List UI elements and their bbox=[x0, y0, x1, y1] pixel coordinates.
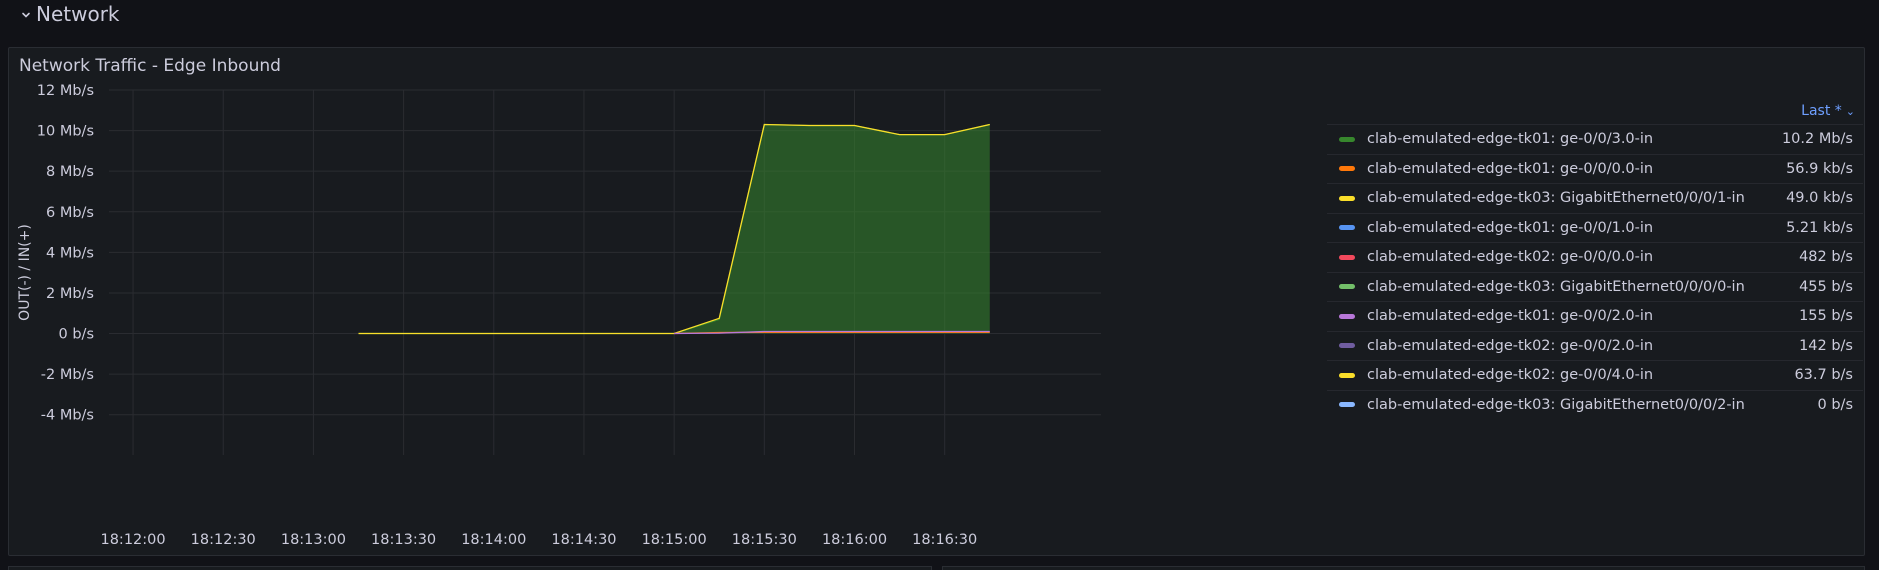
x-tick-label: 18:15:00 bbox=[642, 532, 707, 548]
legend-item-label[interactable]: clab-emulated-edge-tk01: ge-0/0/2.0-in bbox=[1367, 308, 1799, 324]
y-tick-label: 8 Mb/s bbox=[46, 164, 94, 180]
y-tick-label: 2 Mb/s bbox=[46, 286, 94, 302]
next-panel-edge-left bbox=[8, 566, 932, 570]
y-tick-label: 4 Mb/s bbox=[46, 245, 94, 261]
legend-item-label[interactable]: clab-emulated-edge-tk01: ge-0/0/0.0-in bbox=[1367, 161, 1786, 177]
x-tick-label: 18:12:00 bbox=[100, 532, 165, 548]
legend-item-label[interactable]: clab-emulated-edge-tk02: ge-0/0/0.0-in bbox=[1367, 249, 1799, 265]
legend-item-label[interactable]: clab-emulated-edge-tk01: ge-0/0/1.0-in bbox=[1367, 220, 1786, 236]
legend-item-value: 0 b/s bbox=[1817, 396, 1853, 413]
legend-item[interactable]: clab-emulated-edge-tk02: ge-0/0/0.0-in 48… bbox=[1327, 242, 1863, 272]
legend-item-label[interactable]: clab-emulated-edge-tk02: ge-0/0/2.0-in bbox=[1367, 338, 1799, 354]
y-tick-label: 10 Mb/s bbox=[37, 124, 94, 140]
legend-color-swatch[interactable] bbox=[1339, 136, 1355, 142]
legend-color-swatch[interactable] bbox=[1339, 372, 1355, 378]
legend-color-swatch[interactable] bbox=[1339, 254, 1355, 260]
legend-item-label[interactable]: clab-emulated-edge-tk03: GigabitEthernet… bbox=[1367, 190, 1786, 206]
row-title[interactable]: Network bbox=[36, 2, 120, 26]
legend-item-value: 63.7 b/s bbox=[1794, 367, 1853, 384]
legend-item-value: 56.9 kb/s bbox=[1786, 160, 1853, 177]
y-tick-label: 6 Mb/s bbox=[46, 205, 94, 221]
legend-item[interactable]: clab-emulated-edge-tk03: GigabitEthernet… bbox=[1327, 271, 1863, 302]
legend-sort-label[interactable]: Last * bbox=[1801, 103, 1842, 119]
y-tick-label: -2 Mb/s bbox=[41, 367, 94, 383]
x-tick-label: 18:14:30 bbox=[551, 532, 616, 548]
legend-item[interactable]: clab-emulated-edge-tk01: ge-0/0/2.0-in 15… bbox=[1327, 301, 1863, 331]
legend-item[interactable]: clab-emulated-edge-tk01: ge-0/0/3.0-in 10… bbox=[1327, 124, 1863, 154]
x-tick-label: 18:13:30 bbox=[371, 532, 436, 548]
legend-item-label[interactable]: clab-emulated-edge-tk03: GigabitEthernet… bbox=[1367, 279, 1799, 295]
row-header-network[interactable]: Network bbox=[0, 0, 1879, 32]
x-tick-label: 18:16:30 bbox=[912, 532, 977, 548]
legend-color-swatch[interactable] bbox=[1339, 195, 1355, 201]
chevron-down-icon[interactable]: ⌄ bbox=[1846, 105, 1855, 118]
legend-item-value: 482 b/s bbox=[1799, 249, 1853, 266]
legend-item-label[interactable]: clab-emulated-edge-tk02: ge-0/0/4.0-in bbox=[1367, 367, 1794, 383]
legend-item[interactable]: clab-emulated-edge-tk02: ge-0/0/2.0-in 14… bbox=[1327, 330, 1863, 361]
legend-item[interactable]: clab-emulated-edge-tk01: ge-0/0/0.0-in 56… bbox=[1327, 153, 1863, 184]
chevron-down-icon[interactable] bbox=[19, 8, 33, 22]
legend-color-swatch[interactable] bbox=[1339, 284, 1355, 290]
legend-color-swatch[interactable] bbox=[1339, 313, 1355, 319]
legend-item-label[interactable]: clab-emulated-edge-tk03: GigabitEthernet… bbox=[1367, 397, 1818, 413]
x-tick-label: 18:16:00 bbox=[822, 532, 887, 548]
legend-item-value: 155 b/s bbox=[1799, 308, 1853, 325]
next-panel-edge-right bbox=[942, 566, 1865, 570]
legend-item[interactable]: clab-emulated-edge-tk03: GigabitEthernet… bbox=[1327, 183, 1863, 213]
y-tick-label: 0 b/s bbox=[59, 327, 94, 343]
legend-sort-header[interactable]: Last * ⌄ bbox=[1327, 98, 1863, 124]
legend-color-swatch[interactable] bbox=[1339, 402, 1355, 408]
legend-item-value: 49.0 kb/s bbox=[1786, 190, 1853, 207]
timeseries-chart[interactable]: 12 Mb/s 10 Mb/s 8 Mb/s 6 Mb/s 4 Mb/s 2 Mb/s 0 … bbox=[9, 48, 1319, 557]
legend: Last * ⌄ clab-emulated-edge-tk01: ge-0/0… bbox=[1327, 98, 1863, 419]
y-tick-label: -4 Mb/s bbox=[41, 408, 94, 424]
y-axis-label: OUT(-) / IN(+) bbox=[17, 224, 33, 321]
x-tick-label: 18:15:30 bbox=[732, 532, 797, 548]
legend-item[interactable]: clab-emulated-edge-tk02: ge-0/0/4.0-in 63… bbox=[1327, 360, 1863, 390]
legend-color-swatch[interactable] bbox=[1339, 166, 1355, 172]
x-tick-label: 18:13:00 bbox=[281, 532, 346, 548]
legend-item-label[interactable]: clab-emulated-edge-tk01: ge-0/0/3.0-in bbox=[1367, 131, 1782, 147]
x-tick-label: 18:14:00 bbox=[461, 532, 526, 548]
network-traffic-panel: Network Traffic - Edge Inbound 12 Mb/s 10… bbox=[8, 47, 1865, 556]
legend-item-value: 142 b/s bbox=[1799, 337, 1853, 354]
legend-item-value: 10.2 Mb/s bbox=[1781, 131, 1853, 148]
x-tick-label: 18:12:30 bbox=[191, 532, 256, 548]
legend-item[interactable]: clab-emulated-edge-tk01: ge-0/0/1.0-in 5.… bbox=[1327, 212, 1863, 243]
legend-item-value: 455 b/s bbox=[1799, 278, 1853, 295]
legend-item[interactable]: clab-emulated-edge-tk03: GigabitEthernet… bbox=[1327, 389, 1863, 420]
legend-item-value: 5.21 kb/s bbox=[1786, 219, 1853, 236]
legend-color-swatch[interactable] bbox=[1339, 225, 1355, 231]
legend-color-swatch[interactable] bbox=[1339, 343, 1355, 349]
y-tick-label: 12 Mb/s bbox=[37, 83, 94, 99]
